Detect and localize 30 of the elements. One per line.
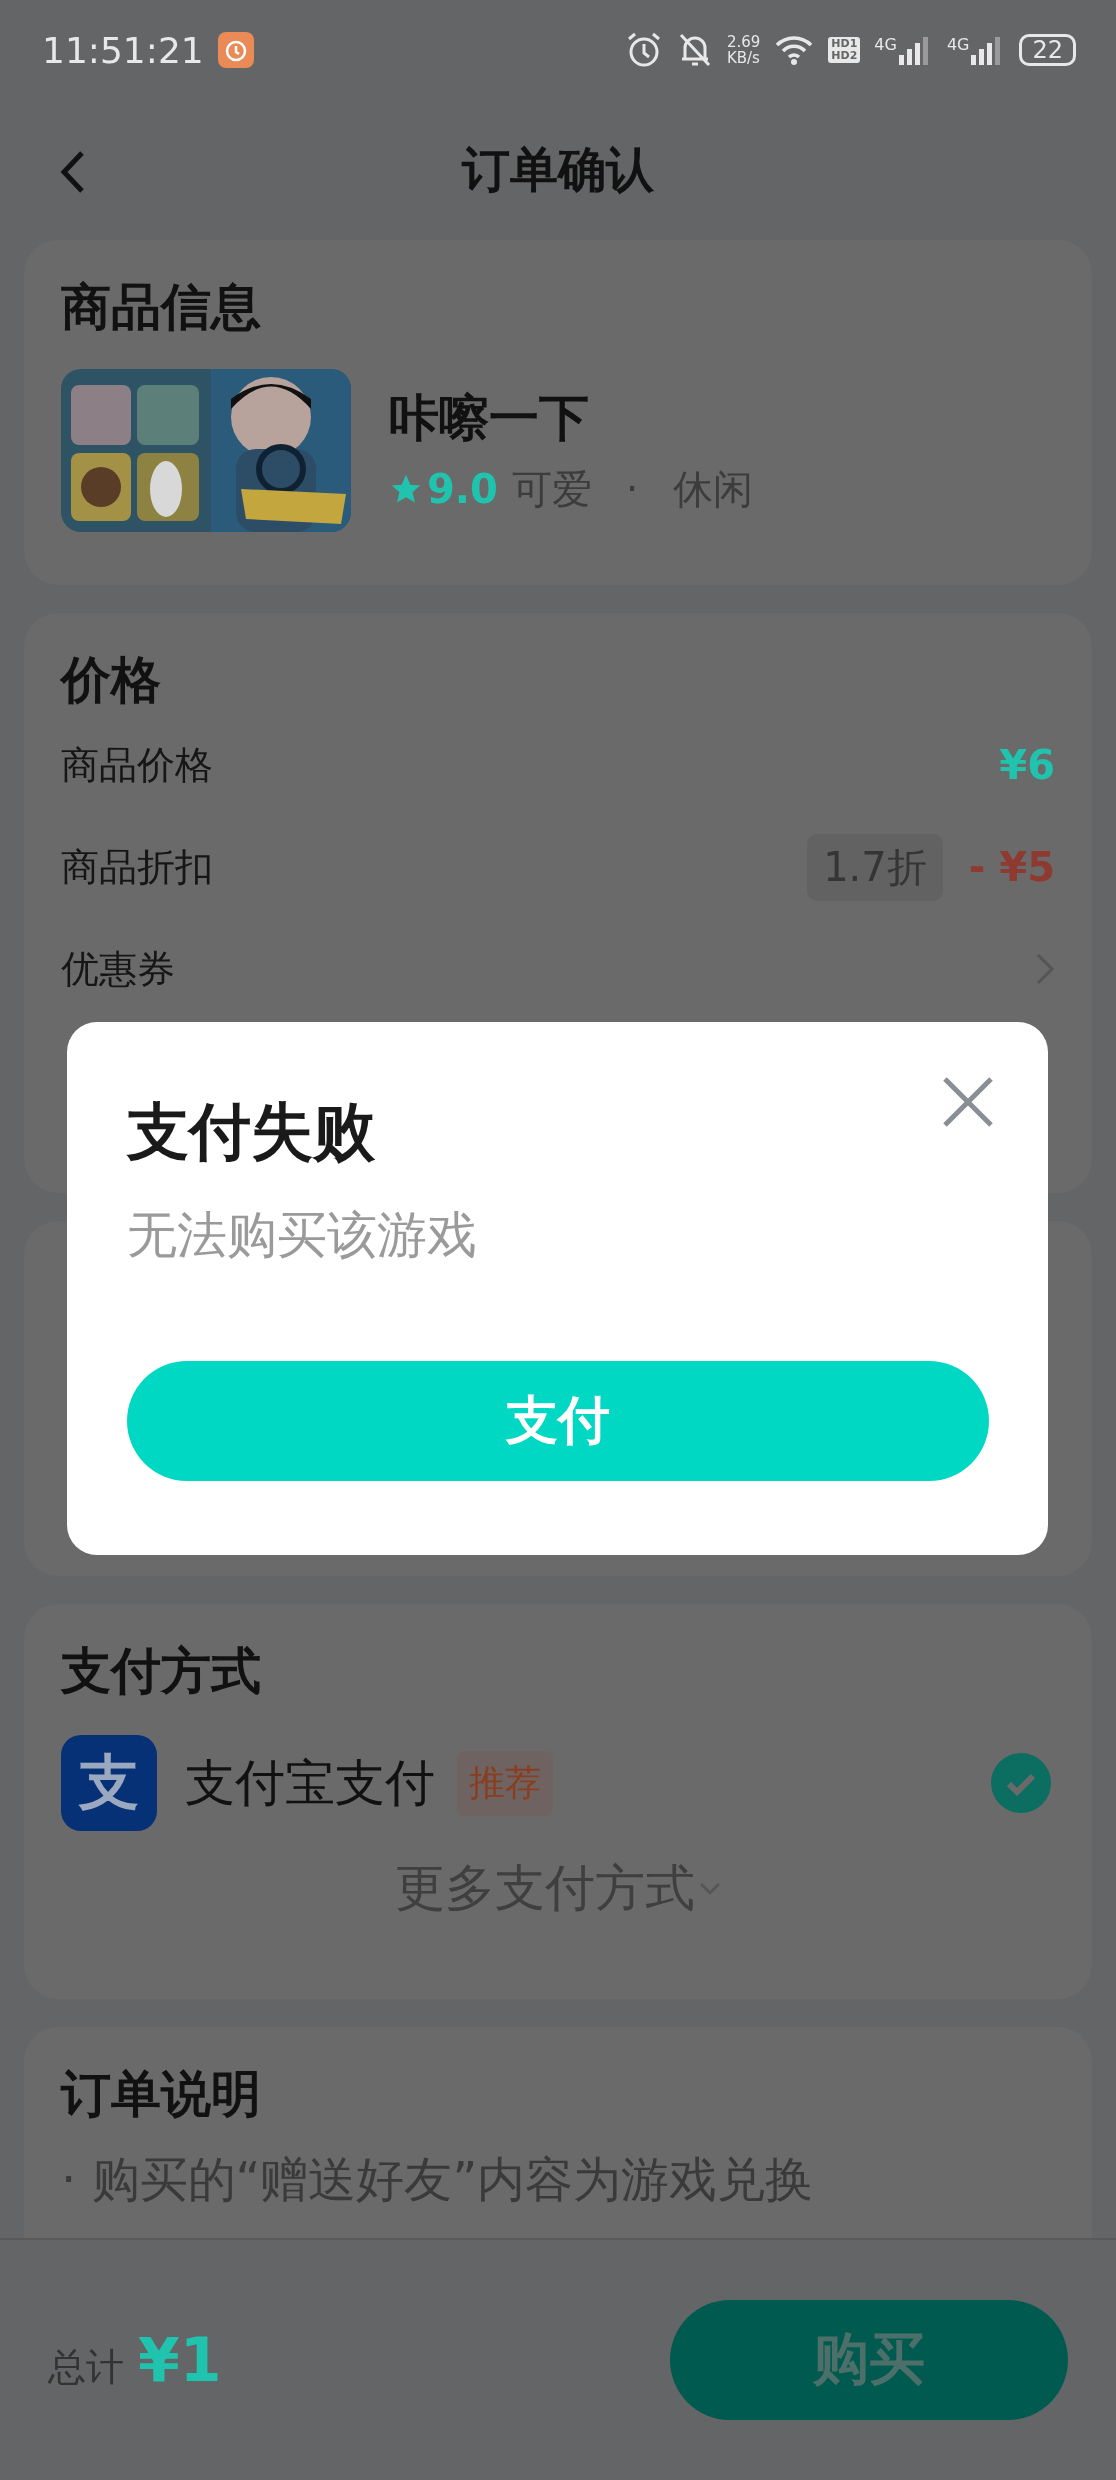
dialog-message: 无法购买该游戏	[127, 1205, 478, 1266]
battery-icon: 22	[1019, 34, 1076, 66]
check-icon[interactable]	[991, 1753, 1051, 1813]
section-heading: 价格	[61, 650, 162, 711]
section-heading: 商品信息	[61, 277, 262, 338]
dialog-title: 支付失败	[127, 1094, 375, 1170]
price-label: 商品价格	[61, 741, 213, 789]
rating-score: 9.0	[427, 466, 498, 512]
price-label: 商品折扣	[61, 843, 213, 891]
total-price: ¥1	[138, 2325, 222, 2395]
page-title: 订单确认	[462, 140, 654, 199]
back-icon[interactable]	[60, 150, 86, 194]
price-value: ¥6	[999, 742, 1055, 788]
section-heading: 支付方式	[61, 1641, 262, 1702]
recommended-badge: 推荐	[457, 1750, 553, 1816]
price-label: 优惠券	[61, 945, 175, 993]
section-heading: 订单说明	[61, 2064, 262, 2125]
pay-button[interactable]: 支付	[127, 1361, 989, 1481]
hd-badge: HD1 HD2	[828, 37, 861, 63]
buy-button[interactable]: 购买	[670, 2300, 1068, 2420]
alarm-app-icon	[217, 32, 254, 68]
discount-value: - ¥5	[968, 844, 1055, 890]
game-title: 咔嚓一下	[389, 387, 590, 449]
alipay-logo: 支	[61, 1735, 157, 1831]
clock: 11:51:21	[42, 29, 204, 71]
network-speed: 2.69 KB/s	[726, 34, 761, 66]
wifi-icon	[774, 33, 815, 67]
payment-method-name[interactable]: 支付宝支付	[185, 1749, 435, 1817]
close-icon[interactable]	[942, 1076, 994, 1128]
tag-separator: ·	[625, 466, 639, 512]
